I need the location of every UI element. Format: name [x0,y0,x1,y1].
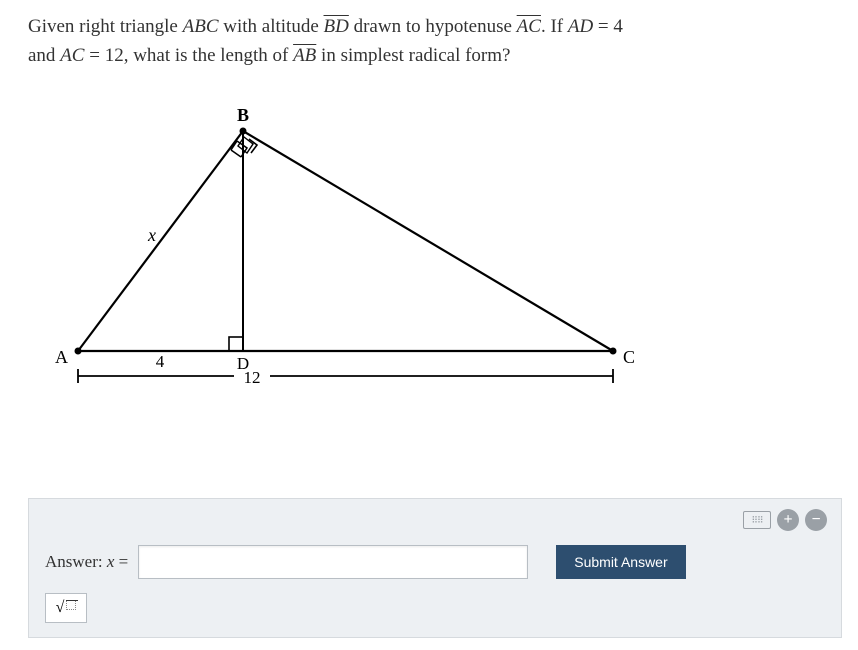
text-fragment: Given right triangle [28,16,183,37]
sqrt-icon: √ [56,599,77,617]
text-fragment: with altitude [219,16,324,37]
problem-statement: Given right triangle ABC with altitude B… [28,12,830,71]
label-ad-len: 4 [156,352,165,371]
label-a: A [55,347,68,367]
text-fragment: , what is the length of [124,45,293,66]
text-fragment: = [84,45,104,66]
text-fragment: drawn to hypotenuse [349,16,517,37]
text-fragment: . If [541,16,568,37]
label-x: x [147,225,156,245]
label-c: C [623,347,635,367]
var-ad: AD [568,16,593,37]
zoom-out-button[interactable]: − [805,509,827,531]
segment-ac: AC [517,16,541,37]
text-fragment: = [593,16,613,37]
submit-answer-button[interactable]: Submit Answer [556,545,685,579]
answer-panel: ⠿⠿ + − Answer: x = Submit Answer √ [28,498,842,638]
answer-input[interactable] [138,545,528,579]
text-fragment: in simplest radical form? [316,45,510,66]
var-ac: AC [60,45,84,66]
text-fragment: and [28,45,60,66]
triangle-name: ABC [183,16,219,37]
zoom-in-button[interactable]: + [777,509,799,531]
segment-bd: BD [324,16,349,37]
val-ac: 12 [105,45,124,66]
val-ad: 4 [613,16,623,37]
label-ac-len: 12 [244,368,261,387]
label-b: B [237,105,249,125]
sqrt-button[interactable]: √ [45,593,87,623]
segment-ab: AB [293,45,316,66]
keyboard-icon[interactable]: ⠿⠿ [743,511,771,529]
triangle-diagram: B A C D 4 12 x [38,91,638,411]
answer-label: Answer: x = [45,552,128,572]
answer-label-text: Answer: [45,552,107,571]
answer-eq: = [114,552,128,571]
